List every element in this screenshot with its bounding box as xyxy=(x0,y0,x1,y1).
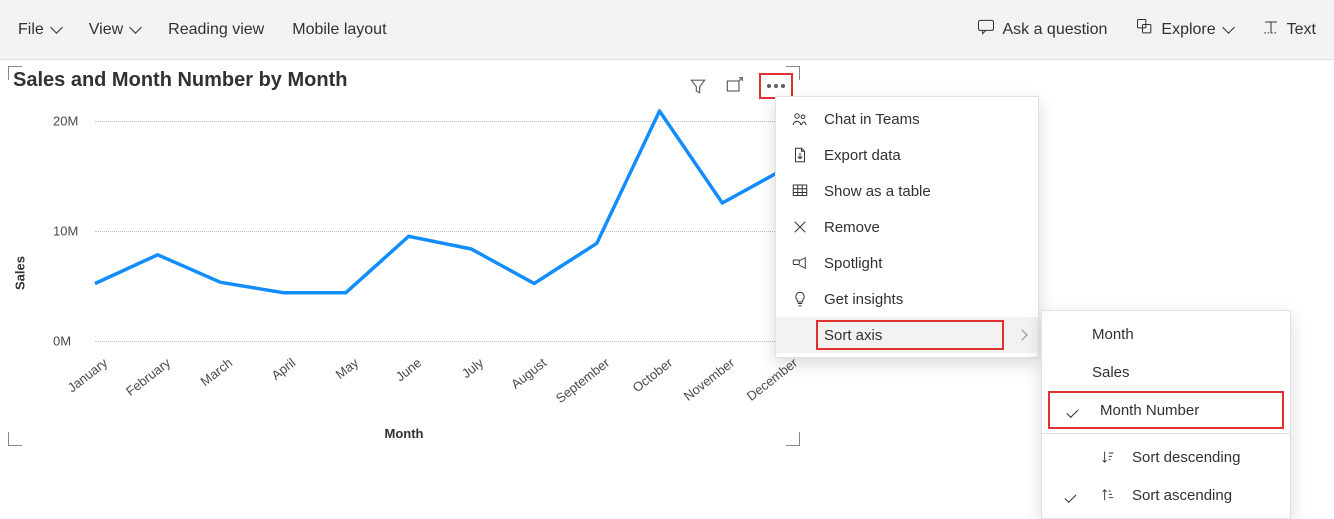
filter-icon[interactable] xyxy=(687,76,709,96)
ask-question-button[interactable]: Ask a question xyxy=(976,17,1107,42)
menu-export-data[interactable]: Export data xyxy=(776,137,1038,173)
lightbulb-icon xyxy=(790,289,810,309)
line-series xyxy=(95,111,785,341)
export-icon xyxy=(790,145,810,165)
y-tick: 0M xyxy=(53,334,71,349)
x-tick: September xyxy=(553,355,612,406)
menu-label: Sort axis xyxy=(824,327,882,344)
menu-label: Get insights xyxy=(824,291,903,308)
submenu-label: Month xyxy=(1092,326,1134,343)
y-tick: 10M xyxy=(53,224,78,239)
y-axis-label: Sales xyxy=(12,256,27,290)
file-menu[interactable]: File xyxy=(18,21,61,39)
ask-question-label: Ask a question xyxy=(1002,21,1107,39)
table-icon xyxy=(790,181,810,201)
x-axis-label: Month xyxy=(13,426,795,441)
menu-chat-in-teams[interactable]: Chat in Teams xyxy=(776,101,1038,137)
x-tick: March xyxy=(198,355,236,389)
spotlight-icon xyxy=(790,253,810,273)
x-tick: July xyxy=(459,355,486,381)
mobile-layout-label: Mobile layout xyxy=(292,21,386,39)
sort-desc-icon xyxy=(1098,449,1118,465)
gridline xyxy=(95,341,785,342)
text-label: Text xyxy=(1287,21,1316,39)
file-menu-label: File xyxy=(18,21,44,39)
menu-divider xyxy=(1042,433,1290,434)
sort-descending[interactable]: Sort descending xyxy=(1042,438,1290,476)
sort-by-month-number[interactable]: Month Number xyxy=(1048,391,1284,429)
view-menu[interactable]: View xyxy=(89,21,140,39)
x-tick: January xyxy=(65,355,111,395)
view-menu-label: View xyxy=(89,21,123,39)
submenu-label: Sort descending xyxy=(1132,449,1240,466)
teams-icon xyxy=(790,109,810,129)
chart-body: Sales 20M 10M 0M January February March Apr… xyxy=(13,101,795,445)
x-tick: May xyxy=(333,355,362,382)
menu-label: Show as a table xyxy=(824,183,931,200)
menu-label: Export data xyxy=(824,147,901,164)
focus-mode-icon[interactable] xyxy=(723,76,745,96)
sort-by-sales[interactable]: Sales xyxy=(1042,353,1290,391)
menu-label: Spotlight xyxy=(824,255,882,272)
menu-label: Remove xyxy=(824,219,880,236)
line-chart-visual[interactable]: Sales and Month Number by Month Sales 20… xyxy=(8,66,800,446)
chart-title: Sales and Month Number by Month xyxy=(9,67,799,92)
check-icon xyxy=(1058,402,1086,419)
mobile-layout-button[interactable]: Mobile layout xyxy=(292,21,386,39)
textbox-icon xyxy=(1261,17,1281,42)
menu-label: Chat in Teams xyxy=(824,111,920,128)
submenu-label: Sort ascending xyxy=(1132,487,1232,504)
blank-icon xyxy=(790,325,810,345)
sort-ascending[interactable]: Sort ascending xyxy=(1042,476,1290,514)
chevron-right-icon xyxy=(1016,329,1027,340)
menu-remove[interactable]: Remove xyxy=(776,209,1038,245)
sort-axis-submenu: Month Sales Month Number Sort descending… xyxy=(1041,310,1291,519)
x-axis-ticks: JanuaryFebruaryMarchAprilMayJuneJulyAugu… xyxy=(95,349,785,429)
reading-view-label: Reading view xyxy=(168,21,264,39)
explore-button[interactable]: Explore xyxy=(1135,17,1232,42)
submenu-label: Month Number xyxy=(1100,402,1199,419)
menu-get-insights[interactable]: Get insights xyxy=(776,281,1038,317)
y-tick: 20M xyxy=(53,114,78,129)
menu-spotlight[interactable]: Spotlight xyxy=(776,245,1038,281)
explore-label: Explore xyxy=(1161,21,1215,39)
plot-area xyxy=(95,111,785,341)
submenu-label: Sales xyxy=(1092,364,1130,381)
x-tick: February xyxy=(123,355,173,399)
chat-icon xyxy=(976,17,996,42)
x-tick: November xyxy=(681,355,737,404)
check-icon xyxy=(1056,487,1084,504)
menu-show-as-table[interactable]: Show as a table xyxy=(776,173,1038,209)
menu-sort-axis[interactable]: Sort axis xyxy=(776,317,1038,353)
x-tick: December xyxy=(744,355,800,404)
explore-icon xyxy=(1135,17,1155,42)
sort-by-month[interactable]: Month xyxy=(1042,315,1290,353)
close-icon xyxy=(790,217,810,237)
sort-asc-icon xyxy=(1098,487,1118,503)
x-tick: August xyxy=(508,355,549,392)
selection-handle[interactable] xyxy=(8,66,22,80)
x-tick: October xyxy=(629,355,675,395)
x-tick: June xyxy=(392,355,423,384)
more-icon xyxy=(767,84,785,88)
reading-view-button[interactable]: Reading view xyxy=(168,21,264,39)
x-tick: April xyxy=(269,355,299,383)
top-toolbar: File View Reading view Mobile layout Ask… xyxy=(0,0,1334,60)
visual-context-menu: Chat in Teams Export data Show as a tabl… xyxy=(775,96,1039,358)
text-box-button[interactable]: Text xyxy=(1261,17,1316,42)
